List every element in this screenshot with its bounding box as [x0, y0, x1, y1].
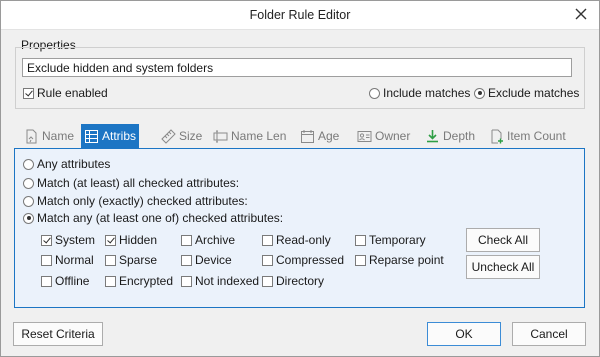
option-match-all[interactable]: Match (at least) all checked attributes:	[23, 176, 239, 190]
checkbox-reparse-point-label: Reparse point	[369, 253, 444, 267]
checkbox-offline-label: Offline	[55, 274, 90, 288]
item-count-icon	[489, 129, 504, 144]
checkbox-compressed-box[interactable]	[262, 254, 273, 266]
checkbox-sparse[interactable]: Sparse	[105, 253, 157, 267]
checkbox-device-label: Device	[195, 253, 232, 267]
folder-rule-editor-dialog: Folder Rule Editor Properties Exclude hi…	[0, 0, 600, 357]
check-all-button[interactable]: Check All	[466, 228, 540, 252]
checkbox-system[interactable]: System	[41, 233, 95, 247]
tab-depth[interactable]: Depth	[422, 124, 478, 148]
checkbox-device-box[interactable]	[181, 254, 192, 266]
checkbox-directory-label: Directory	[276, 274, 325, 288]
ruler-icon	[161, 128, 176, 144]
ok-button[interactable]: OK	[427, 322, 501, 346]
checkbox-hidden[interactable]: Hidden	[105, 233, 157, 247]
checkbox-archive-box[interactable]	[181, 234, 192, 246]
tab-depth-label: Depth	[443, 129, 476, 143]
include-matches-radio-circle[interactable]	[369, 87, 380, 99]
checkbox-directory-box[interactable]	[262, 275, 273, 287]
close-icon[interactable]	[571, 4, 591, 24]
cancel-button[interactable]: Cancel	[512, 322, 586, 346]
title-bar: Folder Rule Editor	[1, 1, 599, 30]
reset-criteria-button[interactable]: Reset Criteria	[13, 322, 103, 346]
option-match-all-radio[interactable]	[23, 177, 34, 189]
option-match-any-label: Match any (at least one of) checked attr…	[37, 211, 284, 225]
checkbox-normal-box[interactable]	[41, 254, 52, 266]
exclude-matches-radio-circle[interactable]	[474, 87, 485, 99]
checkbox-not-indexed-label: Not indexed	[195, 274, 260, 288]
checkbox-archive-label: Archive	[195, 233, 236, 247]
tab-attribs-label: Attribs	[102, 129, 137, 143]
option-any-attributes[interactable]: Any attributes	[23, 157, 110, 171]
tab-age[interactable]: Age	[297, 124, 342, 148]
rule-enabled-label: Rule enabled	[37, 86, 108, 100]
option-any-attributes-label: Any attributes	[37, 157, 111, 171]
name-length-icon	[213, 129, 228, 144]
name-doc-icon	[24, 129, 39, 144]
tab-size-label: Size	[179, 129, 203, 143]
checkbox-read-only-label: Read-only	[276, 233, 331, 247]
option-match-all-label: Match (at least) all checked attributes:	[37, 176, 240, 190]
rule-name-input[interactable]: Exclude hidden and system folders	[22, 58, 572, 77]
depth-down-icon	[425, 129, 440, 144]
checkbox-normal-label: Normal	[55, 253, 94, 267]
rule-enabled-checkbox[interactable]: Rule enabled	[23, 86, 108, 100]
exclude-matches-label: Exclude matches	[488, 86, 580, 100]
option-match-exactly-label: Match only (exactly) checked attributes:	[37, 194, 248, 208]
dialog-title: Folder Rule Editor	[249, 8, 351, 22]
exclude-matches-radio[interactable]: Exclude matches	[474, 86, 579, 100]
include-matches-label: Include matches	[383, 86, 471, 100]
checkbox-offline-box[interactable]	[41, 275, 52, 287]
checkbox-temporary[interactable]: Temporary	[355, 233, 426, 247]
checkbox-encrypted-label: Encrypted	[119, 274, 174, 288]
owner-card-icon	[357, 129, 372, 144]
tab-name-label: Name	[42, 129, 75, 143]
option-match-any[interactable]: Match any (at least one of) checked attr…	[23, 211, 283, 225]
checkbox-system-label: System	[55, 233, 96, 247]
checkbox-system-box[interactable]	[41, 234, 52, 246]
tab-attribs[interactable]: Attribs	[81, 124, 140, 148]
option-match-exactly-radio[interactable]	[23, 195, 34, 207]
checkbox-device[interactable]: Device	[181, 253, 232, 267]
checkbox-not-indexed[interactable]: Not indexed	[181, 274, 259, 288]
checkbox-directory[interactable]: Directory	[262, 274, 324, 288]
tab-item-count-label: Item Count	[507, 129, 566, 143]
attribs-grid-icon	[84, 129, 99, 144]
checkbox-encrypted-box[interactable]	[105, 275, 116, 287]
checkbox-read-only-box[interactable]	[262, 234, 273, 246]
tab-name-len[interactable]: Name Len	[210, 124, 289, 148]
tab-name[interactable]: Name	[21, 124, 77, 148]
rule-enabled-box[interactable]	[23, 87, 34, 99]
checkbox-temporary-label: Temporary	[369, 233, 426, 247]
checkbox-archive[interactable]: Archive	[181, 233, 235, 247]
checkbox-compressed[interactable]: Compressed	[262, 253, 344, 267]
option-match-any-radio[interactable]	[23, 212, 34, 224]
checkbox-sparse-label: Sparse	[119, 253, 158, 267]
calendar-icon	[300, 129, 315, 144]
tab-owner-label: Owner	[375, 129, 411, 143]
checkbox-encrypted[interactable]: Encrypted	[105, 274, 173, 288]
checkbox-reparse-point-box[interactable]	[355, 254, 366, 266]
checkbox-temporary-box[interactable]	[355, 234, 366, 246]
checkbox-offline[interactable]: Offline	[41, 274, 89, 288]
checkbox-not-indexed-box[interactable]	[181, 275, 192, 287]
option-match-exactly[interactable]: Match only (exactly) checked attributes:	[23, 194, 248, 208]
tab-size[interactable]: Size	[158, 124, 205, 148]
checkbox-hidden-label: Hidden	[119, 233, 158, 247]
include-matches-radio[interactable]: Include matches	[369, 86, 470, 100]
tab-item-count[interactable]: Item Count	[486, 124, 569, 148]
checkbox-compressed-label: Compressed	[276, 253, 345, 267]
tab-owner[interactable]: Owner	[354, 124, 413, 148]
option-any-attributes-radio[interactable]	[23, 158, 34, 170]
tab-name-len-label: Name Len	[231, 129, 287, 143]
checkbox-sparse-box[interactable]	[105, 254, 116, 266]
uncheck-all-button[interactable]: Uncheck All	[466, 255, 540, 279]
checkbox-read-only[interactable]: Read-only	[262, 233, 331, 247]
checkbox-normal[interactable]: Normal	[41, 253, 94, 267]
tab-age-label: Age	[318, 129, 340, 143]
checkbox-hidden-box[interactable]	[105, 234, 116, 246]
checkbox-reparse-point[interactable]: Reparse point	[355, 253, 444, 267]
